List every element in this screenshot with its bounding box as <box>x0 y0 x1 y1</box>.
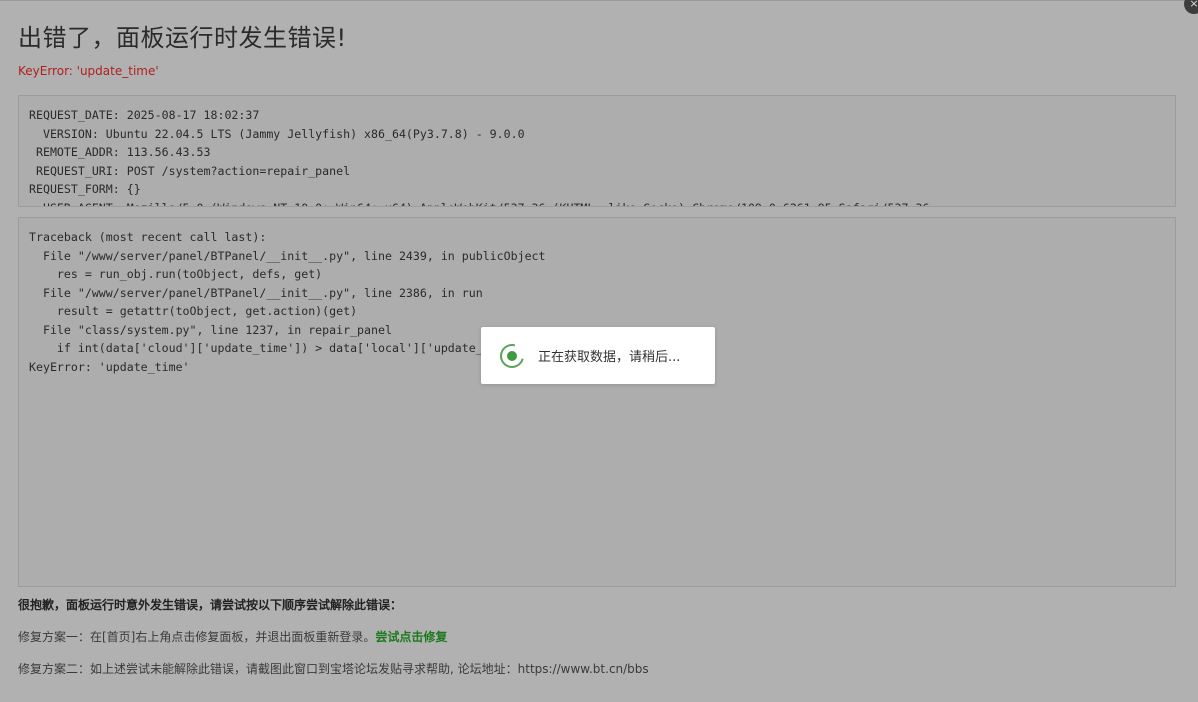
remote-addr-line: REMOTE_ADDR: 113.56.43.53 <box>29 145 211 159</box>
spinner-core <box>507 350 517 361</box>
loading-dialog: 正在获取数据，请稍后... <box>481 327 715 384</box>
traceback-line: res = run_obj.run(toObject, defs, get) <box>29 267 323 281</box>
error-message: KeyError: 'update_time' <box>18 64 159 78</box>
request-date-line: REQUEST_DATE: 2025-08-17 18:02:37 <box>29 108 260 122</box>
loading-text: 正在获取数据，请稍后... <box>538 350 681 365</box>
window-top-border <box>0 0 1198 1</box>
version-line: VERSION: Ubuntu 22.04.5 LTS (Jammy Jelly… <box>29 126 525 141</box>
close-icon[interactable]: × <box>1184 0 1198 14</box>
user-agent-line: USER_AGENT: Mozilla/5.0 (Windows NT 10.0… <box>29 199 1165 207</box>
page-title: 出错了，面板运行时发生错误! <box>18 24 347 52</box>
apology-text: 很抱歉，面板运行时意外发生错误，请尝试按以下顺序尝试解除此错误： <box>18 598 403 612</box>
traceback-box: Traceback (most recent call last): File … <box>18 217 1176 587</box>
traceback-line: Traceback (most recent call last): <box>29 230 267 244</box>
request-uri-line: REQUEST_URI: POST /system?action=repair_… <box>29 163 351 178</box>
traceback-line: File "/www/server/panel/BTPanel/__init__… <box>29 248 546 263</box>
spinner-icon <box>495 339 529 372</box>
repair-plan-one-text: 修复方案一：在[首页]右上角点击修复面板，并退出面板重新登录。 <box>18 630 376 644</box>
traceback-line: result = getattr(toObject, get.action)(g… <box>29 304 358 318</box>
repair-link[interactable]: 尝试点击修复 <box>375 630 447 644</box>
request-info-box: REQUEST_DATE: 2025-08-17 18:02:37 VERSIO… <box>18 95 1176 207</box>
repair-plan-one: 修复方案一：在[首页]右上角点击修复面板，并退出面板重新登录。尝试点击修复 <box>18 628 447 645</box>
request-form-line: REQUEST_FORM: {} <box>29 182 141 196</box>
traceback-line: File "/www/server/panel/BTPanel/__init__… <box>29 285 483 300</box>
repair-plan-two: 修复方案二：如上述尝试未能解除此错误，请截图此窗口到宝塔论坛发贴寻求帮助, 论坛… <box>18 662 649 676</box>
